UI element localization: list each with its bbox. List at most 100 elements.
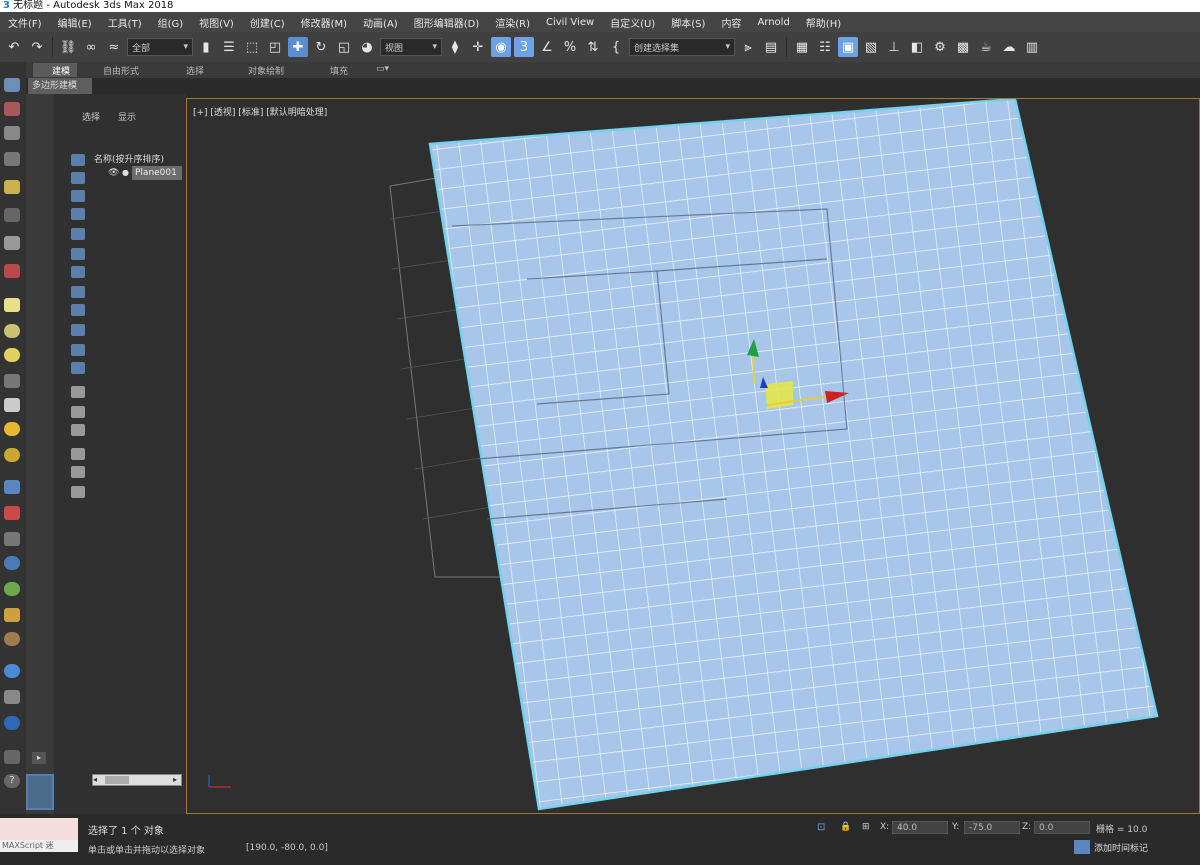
explorer-tab-select[interactable]: 选择	[82, 110, 100, 123]
toggle-ribbon-icon[interactable]: ▣	[838, 37, 858, 57]
explorer-column-header[interactable]: 名称(按升序排序)	[94, 152, 164, 165]
find-icon[interactable]	[71, 448, 85, 460]
named-selection-dropdown[interactable]: 创建选择集 ▾	[629, 38, 735, 56]
add-time-tag[interactable]: 添加时间标记	[1094, 841, 1148, 854]
helper-icon[interactable]	[4, 236, 20, 250]
undo-icon[interactable]: ↶	[4, 37, 24, 57]
modify-panel-icon[interactable]	[4, 102, 20, 116]
filter-xrefs-icon[interactable]	[71, 286, 85, 298]
snaps-toggle-icon[interactable]: 3	[514, 37, 534, 57]
help-icon[interactable]: ?	[4, 774, 20, 788]
place-icon[interactable]: ◕	[357, 37, 377, 57]
display-none-icon[interactable]	[71, 406, 85, 418]
filter-lights-icon[interactable]	[71, 190, 85, 202]
filter-spacewarps-icon[interactable]	[71, 248, 85, 260]
scroll-right-icon[interactable]: ▸	[173, 775, 181, 785]
menu-group[interactable]: 组(G)	[150, 15, 192, 30]
menu-create[interactable]: 创建(C)	[242, 15, 293, 30]
pivot-center-icon[interactable]: ⧫	[445, 37, 465, 57]
tool-icon[interactable]	[4, 608, 20, 622]
select-by-name-icon[interactable]: ☰	[219, 37, 239, 57]
bind-space-warp-icon[interactable]: ≈	[104, 37, 124, 57]
percent-snap-icon[interactable]: %	[560, 37, 580, 57]
selection-filter-dropdown[interactable]: 全部 ▾	[127, 38, 193, 56]
menu-file[interactable]: 文件(F)	[0, 15, 50, 30]
dynamics-icon[interactable]	[4, 532, 20, 546]
menu-edit[interactable]: 编辑(E)	[50, 15, 100, 30]
render-sphere-icon[interactable]	[4, 716, 20, 730]
material-editor-icon[interactable]: ◧	[907, 37, 927, 57]
lock-selection-icon[interactable]: 🔒	[840, 822, 851, 832]
menu-views[interactable]: 视图(V)	[191, 15, 242, 30]
scroll-left-icon[interactable]: ◂	[93, 775, 101, 785]
absolute-mode-icon[interactable]: ⊞	[862, 822, 870, 832]
explorer-scrollbar[interactable]: ◂ ▸	[92, 774, 182, 786]
explorer-tab-display[interactable]: 显示	[118, 110, 136, 123]
material-sphere-icon[interactable]	[4, 664, 20, 678]
link-icon[interactable]: ⛓	[58, 37, 78, 57]
menu-scripting[interactable]: 脚本(S)	[663, 15, 713, 30]
light-icon[interactable]	[4, 180, 20, 194]
unlink-icon[interactable]: ∞	[81, 37, 101, 57]
render-in-cloud-icon[interactable]: ☁	[999, 37, 1019, 57]
keyboard-shortcut-override-icon[interactable]: ◉	[491, 37, 511, 57]
filter-helpers-icon[interactable]	[71, 228, 85, 240]
rendered-frame-window-icon[interactable]: ▩	[953, 37, 973, 57]
select-all-icon[interactable]	[71, 486, 85, 498]
active-panel-indicator[interactable]	[26, 774, 54, 810]
ref-coord-dropdown[interactable]: 视图 ▾	[380, 38, 442, 56]
filter-frozen-icon[interactable]	[71, 344, 85, 356]
curve-editor-icon[interactable]: ▧	[861, 37, 881, 57]
menu-modifiers[interactable]: 修改器(M)	[293, 15, 355, 30]
menu-help[interactable]: 帮助(H)	[798, 15, 849, 30]
menu-content[interactable]: 内容	[713, 15, 749, 30]
filter-bones-icon[interactable]	[71, 304, 85, 316]
display-all-icon[interactable]	[71, 386, 85, 398]
list-item[interactable]: Plane001	[132, 166, 182, 180]
viewport-canvas[interactable]	[187, 99, 1200, 814]
toggle-layer-explorer-icon[interactable]: ☷	[815, 37, 835, 57]
y-coordinate-field[interactable]: -75.0	[964, 821, 1020, 834]
ribbon-subpanel[interactable]: 多边形建模	[28, 78, 92, 94]
time-tag-icon[interactable]	[1074, 840, 1090, 854]
settings-icon[interactable]	[4, 750, 20, 764]
x-coordinate-field[interactable]: 40.0	[892, 821, 948, 834]
rect-selection-icon[interactable]: ⬚	[242, 37, 262, 57]
filter-groups-icon[interactable]	[71, 266, 85, 278]
render-production-icon[interactable]: ☕	[976, 37, 996, 57]
filter-geometry-icon[interactable]	[71, 154, 85, 166]
isolate-selection-icon[interactable]: ⊡	[817, 822, 825, 833]
select-object-icon[interactable]: ▮	[196, 37, 216, 57]
ribbon-tab-freeform[interactable]: 自由形式	[103, 64, 139, 77]
filter-icon[interactable]	[71, 466, 85, 478]
menu-customize[interactable]: 自定义(U)	[602, 15, 663, 30]
shape-icon[interactable]	[4, 448, 20, 462]
mirror-icon[interactable]: ⫸	[738, 37, 758, 57]
menu-rendering[interactable]: 渲染(R)	[487, 15, 538, 30]
perspective-viewport[interactable]: [+] [透视] [标准] [默认明暗处理]	[186, 98, 1200, 814]
render-setup-icon[interactable]: ⚙	[930, 37, 950, 57]
toggle-scene-explorer-icon[interactable]: ▦	[792, 37, 812, 57]
leaf-icon[interactable]	[4, 582, 20, 596]
schematic-view-icon[interactable]: ⊥	[884, 37, 904, 57]
create-panel-icon[interactable]	[4, 78, 20, 92]
particle-icon[interactable]	[4, 506, 20, 520]
ribbon-tab-populate[interactable]: 填充	[330, 64, 348, 77]
plane-primitive-icon[interactable]	[4, 298, 20, 312]
a360-gallery-icon[interactable]: ▥	[1022, 37, 1042, 57]
sphere-primitive-icon[interactable]	[4, 324, 20, 338]
maxscript-mini-listener[interactable]: MAXScript 迷	[0, 840, 78, 852]
filter-cameras-icon[interactable]	[71, 208, 85, 220]
menu-arnold[interactable]: Arnold	[749, 17, 797, 28]
expand-arrow-icon[interactable]: ▸	[32, 752, 46, 764]
menu-graph-editors[interactable]: 图形编辑器(D)	[406, 15, 488, 30]
spacewarp-icon[interactable]	[4, 264, 20, 278]
ribbon-tab-modeling[interactable]: 建模	[52, 64, 70, 77]
filter-containers-icon[interactable]	[71, 324, 85, 336]
window-crossing-icon[interactable]: ◰	[265, 37, 285, 57]
visibility-eye-icon[interactable]: 👁	[108, 168, 119, 178]
filter-shapes-icon[interactable]	[71, 172, 85, 184]
ribbon-tab-object-paint[interactable]: 对象绘制	[248, 64, 284, 77]
angle-snap-icon[interactable]: ∠	[537, 37, 557, 57]
ribbon-options-icon[interactable]: ▭▾	[376, 64, 389, 74]
